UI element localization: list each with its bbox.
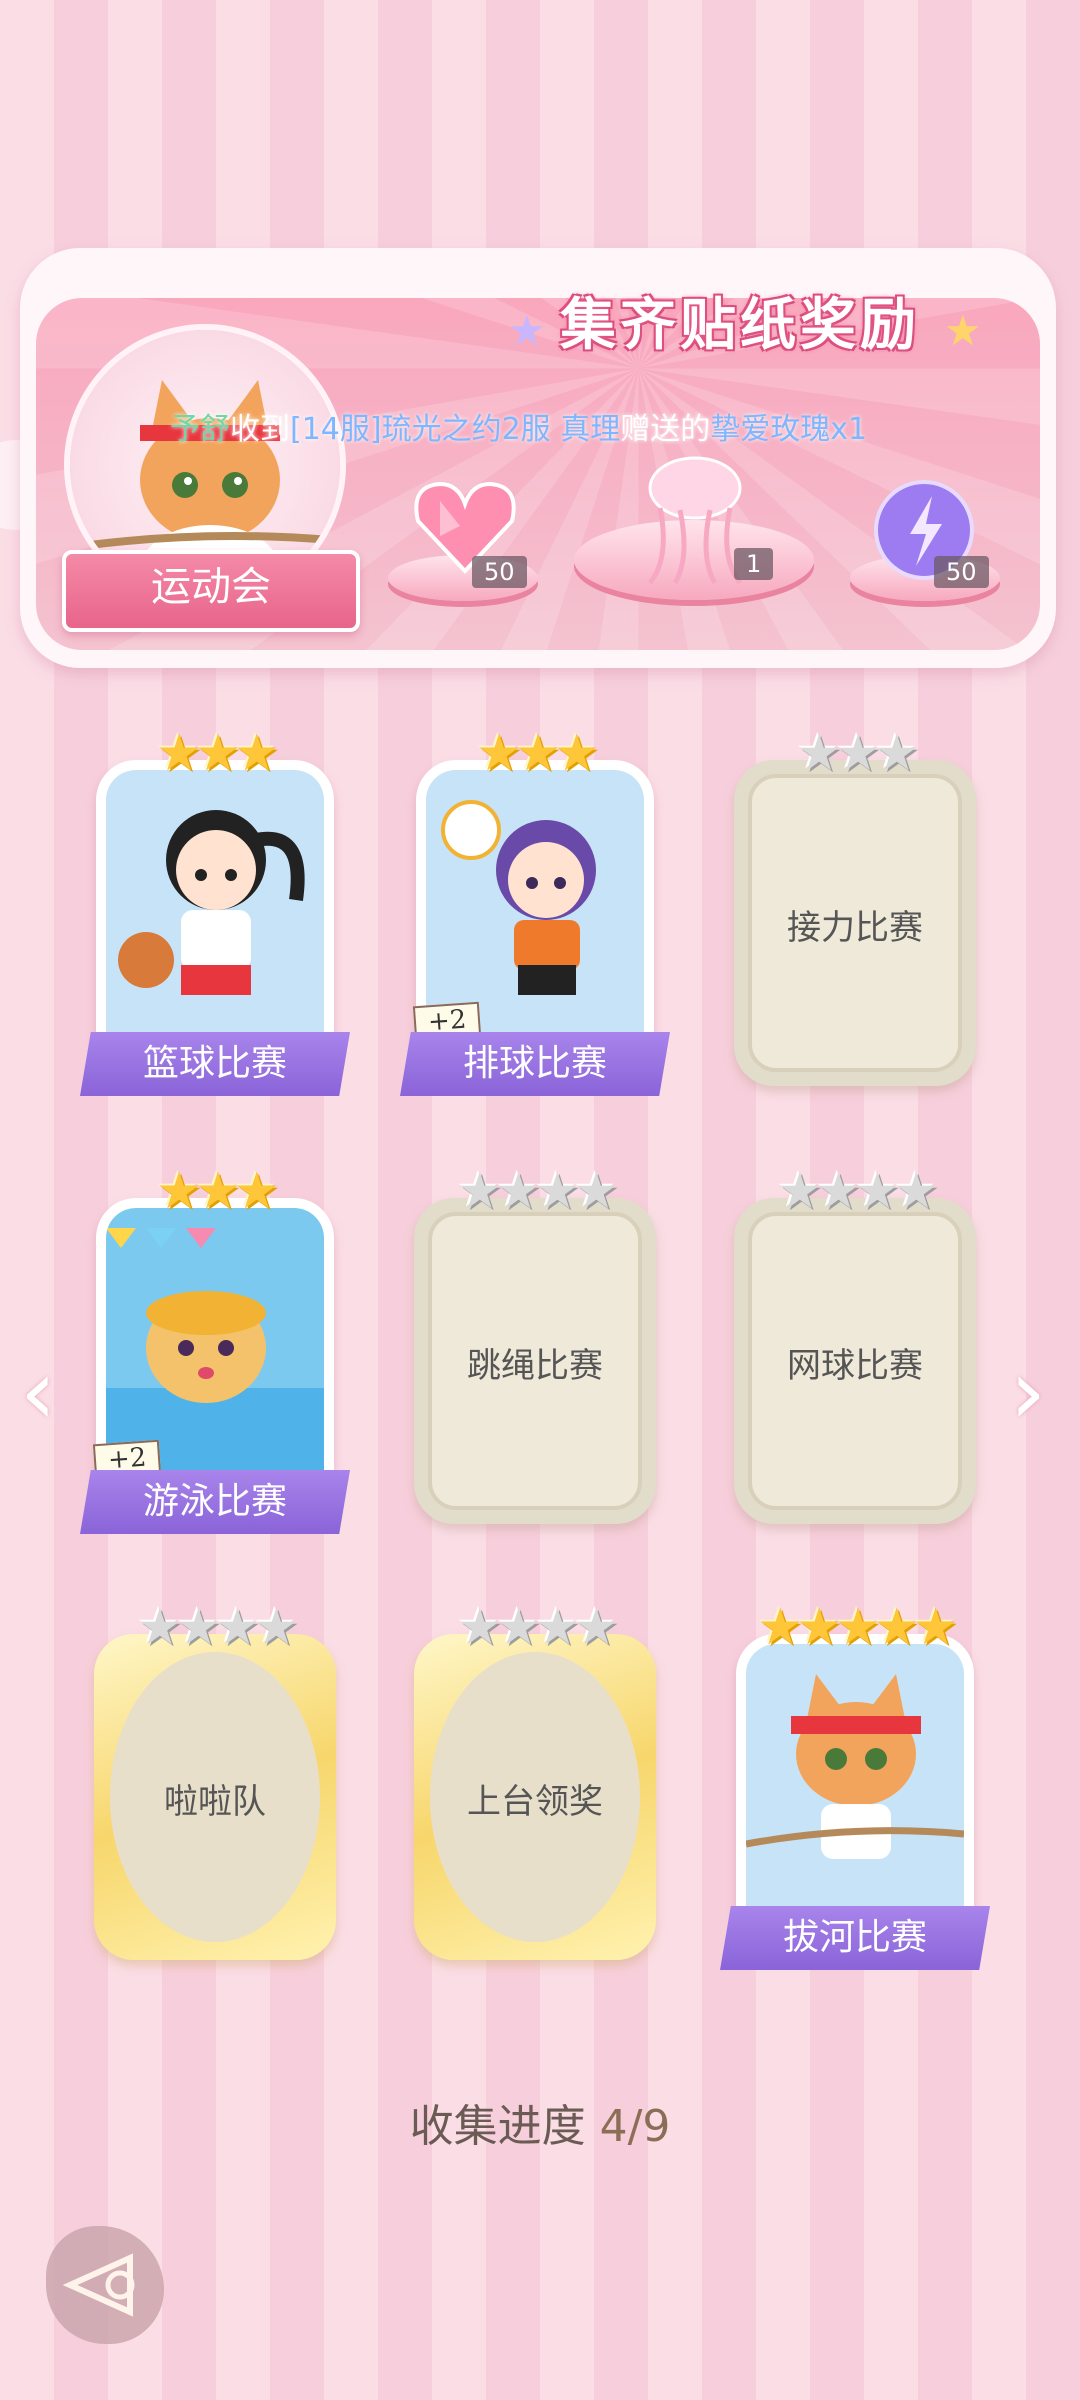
star-icon-filled: ★: [913, 1598, 958, 1656]
star-icon-empty: ★: [457, 1598, 502, 1656]
star-icon-filled: ★: [234, 724, 279, 782]
locked-sticker-slot: 接力比赛: [734, 760, 976, 1086]
star-icon-empty: ★: [777, 1162, 822, 1220]
star-icon-filled: ★: [757, 1598, 803, 1656]
collection-progress: 收集进度 4/9: [0, 2090, 1080, 2154]
gold-sticker-slot: 啦啦队: [94, 1634, 336, 1960]
purple-star-icon: ★: [508, 306, 546, 355]
star-icon-empty: ★: [816, 1162, 861, 1220]
star-rating: ★★★★: [90, 1602, 340, 1652]
star-icon-filled: ★: [835, 1598, 881, 1656]
star-icon-empty: ★: [835, 724, 881, 782]
reward-count-1: 50: [472, 556, 527, 588]
event-name-plaque: 运动会: [62, 550, 360, 632]
progress-value: 4/9: [599, 2101, 671, 2152]
sticker-card-relay[interactable]: 接力比赛 ★★★: [730, 728, 980, 1090]
star-rating: ★★★★: [410, 1602, 660, 1652]
star-icon-filled: ★: [874, 1598, 919, 1656]
star-icon-filled: ★: [554, 724, 599, 782]
sticker-art-basketball-girl: [106, 770, 324, 1070]
ticker-giver: 琉光之约2服 真理: [381, 412, 621, 447]
star-icon-filled: ★: [476, 724, 522, 782]
star-icon-empty: ★: [535, 1598, 580, 1656]
ticker-server: [14服]: [290, 412, 382, 447]
star-icon-empty: ★: [215, 1598, 260, 1656]
banner-title: 集齐贴纸奖励: [560, 292, 920, 358]
sticker-label: 游泳比赛: [80, 1470, 350, 1534]
sticker-art-tug-of-war-cat: [746, 1644, 964, 1944]
chevron-right-icon[interactable]: ›: [1010, 1340, 1046, 1445]
ticker-sender: 予舒: [170, 412, 230, 447]
star-icon-empty: ★: [796, 724, 842, 782]
sticker-card-volleyball[interactable]: +2 排球比赛 ★★★: [400, 728, 670, 1096]
reward-count-3: 50: [934, 556, 989, 588]
star-icon-filled: ★: [195, 724, 241, 782]
broadcast-ticker: 予舒收到[14服]琉光之约2服 真理赠送的挚爱玫瑰x1: [170, 404, 867, 448]
star-icon-empty: ★: [855, 1162, 900, 1220]
star-icon-empty: ★: [573, 1598, 619, 1656]
back-button[interactable]: [46, 2226, 164, 2344]
star-rating: ★★★: [90, 728, 340, 778]
star-icon-empty: ★: [573, 1162, 619, 1220]
star-icon-filled: ★: [515, 724, 561, 782]
back-arrow-icon: [62, 2253, 135, 2317]
chevron-left-icon[interactable]: ‹: [20, 1340, 56, 1445]
star-icon-filled: ★: [796, 1598, 842, 1656]
star-icon-empty: ★: [893, 1162, 939, 1220]
ticker-item: 挚爱玫瑰x1: [710, 412, 868, 447]
sticker-card-basketball[interactable]: 篮球比赛 ★★★: [80, 728, 350, 1096]
sticker-label: 啦啦队: [164, 1782, 266, 1822]
sticker-label: 排球比赛: [400, 1032, 670, 1096]
sticker-label: 上台领奖: [467, 1782, 603, 1822]
sticker-card-jump-rope[interactable]: 跳绳比赛 ★★★★: [410, 1166, 660, 1528]
sticker-card-tug-of-war[interactable]: 拔河比赛 ★★★★★: [720, 1602, 990, 1970]
star-icon-empty: ★: [535, 1162, 580, 1220]
reward-count-2: 1: [734, 548, 774, 580]
star-icon-empty: ★: [176, 1598, 221, 1656]
progress-label: 收集进度: [409, 2101, 586, 2152]
sticker-card-award-ceremony[interactable]: 上台领奖 ★★★★: [410, 1602, 660, 1964]
star-rating: ★★★: [90, 1166, 340, 1216]
locked-sticker-slot: 跳绳比赛: [414, 1198, 656, 1524]
star-icon-empty: ★: [874, 724, 919, 782]
yellow-star-icon: ★: [944, 306, 982, 355]
sticker-label: 拔河比赛: [720, 1906, 990, 1970]
star-icon-empty: ★: [496, 1162, 541, 1220]
star-icon-empty: ★: [457, 1162, 502, 1220]
event-name: 运动会: [151, 564, 271, 610]
ticker-text-gift: 赠送的: [620, 412, 711, 447]
sticker-card-swimming[interactable]: +2 游泳比赛 ★★★: [80, 1166, 350, 1534]
star-icon-filled: ★: [156, 1162, 202, 1220]
sticker-label: 网球比赛: [787, 1346, 923, 1386]
locked-sticker-slot: 网球比赛: [734, 1198, 976, 1524]
star-rating: ★★★: [410, 728, 660, 778]
star-icon-empty: ★: [253, 1598, 299, 1656]
star-rating: ★★★★: [730, 1166, 980, 1216]
sticker-label: 篮球比赛: [80, 1032, 350, 1096]
star-icon-filled: ★: [156, 724, 202, 782]
star-icon-filled: ★: [234, 1162, 279, 1220]
gold-sticker-slot: 上台领奖: [414, 1634, 656, 1960]
sticker-card-tennis[interactable]: 网球比赛 ★★★★: [730, 1166, 980, 1528]
star-icon-filled: ★: [195, 1162, 241, 1220]
star-rating: ★★★★★: [700, 1602, 1010, 1652]
sticker-card-cheerleading[interactable]: 啦啦队 ★★★★: [90, 1602, 340, 1964]
star-rating: ★★★★: [410, 1166, 660, 1216]
sticker-label: 跳绳比赛: [467, 1346, 603, 1386]
ticker-text-received: 收到: [230, 412, 290, 447]
star-rating: ★★★: [730, 728, 980, 778]
sticker-label: 接力比赛: [787, 908, 923, 948]
star-icon-empty: ★: [496, 1598, 541, 1656]
star-icon-empty: ★: [137, 1598, 182, 1656]
